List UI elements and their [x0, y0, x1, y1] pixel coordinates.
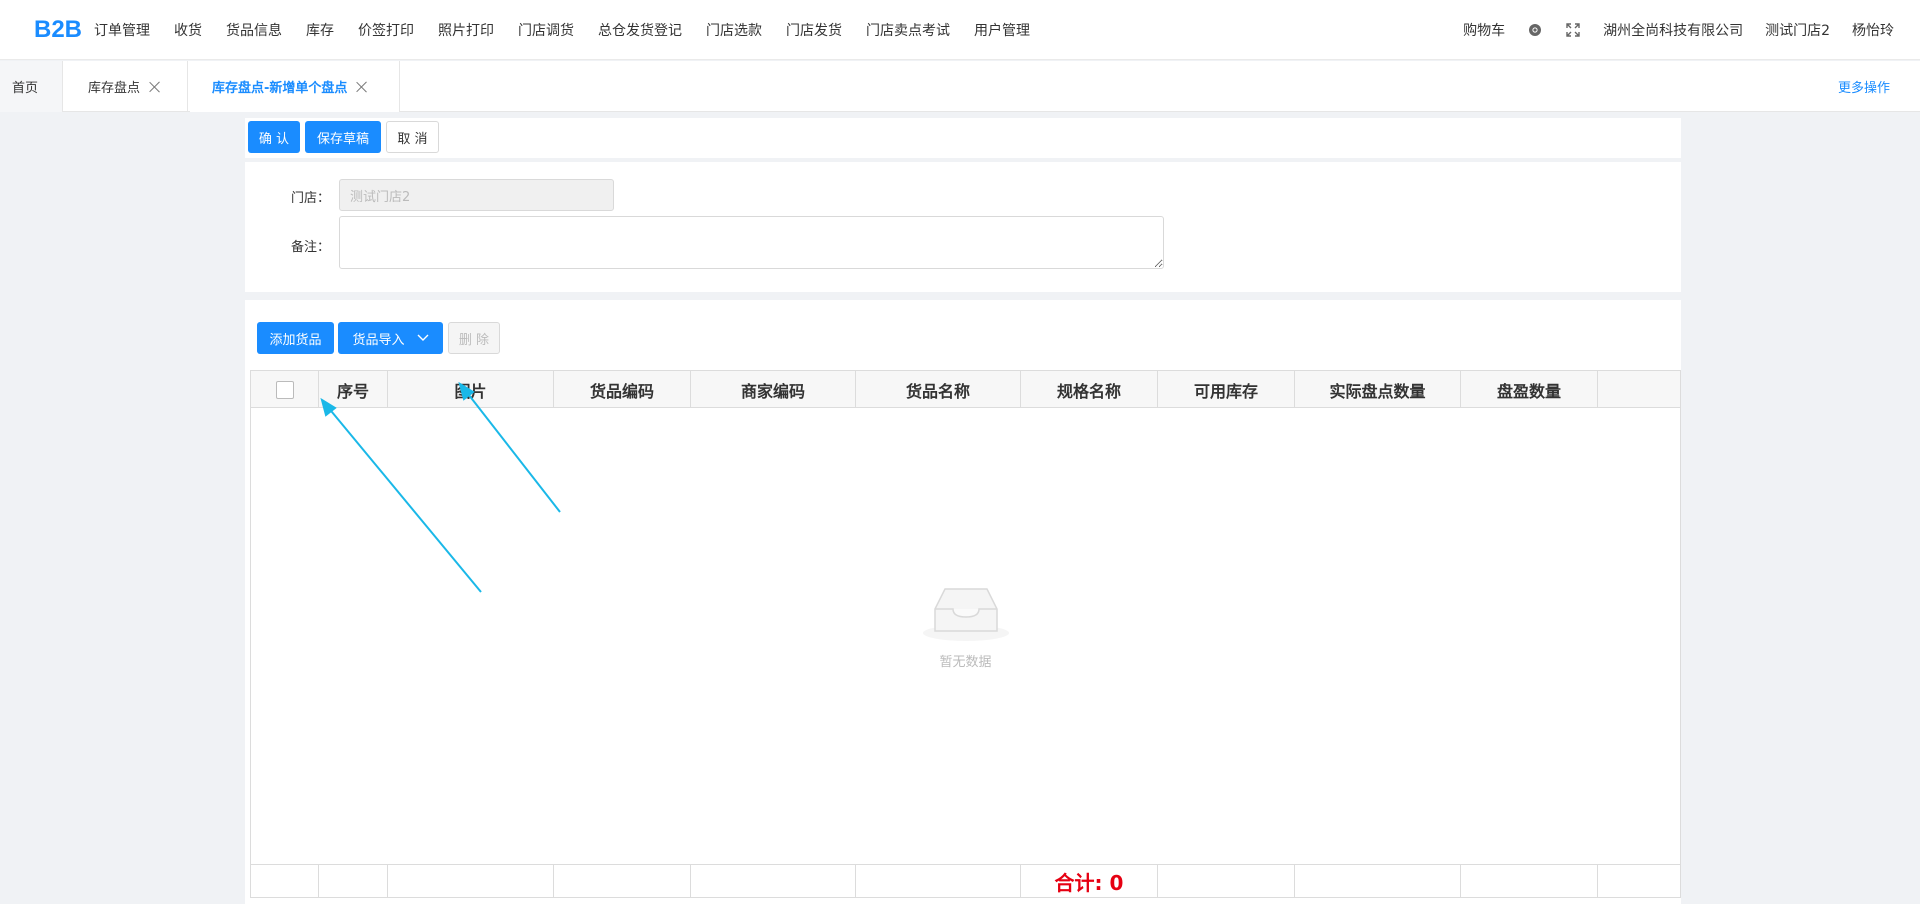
- empty-text: 暂无数据: [939, 655, 992, 670]
- footer-cell: [856, 865, 1021, 898]
- add-goods-button[interactable]: 添加货品: [257, 322, 334, 354]
- column-header[interactable]: 货品名称: [856, 371, 1021, 408]
- footer-cell: [554, 865, 691, 898]
- menu-item-warehouse-shipping[interactable]: 总仓发货登记: [598, 20, 682, 40]
- user-name[interactable]: 杨怡玲: [1852, 20, 1894, 40]
- menu-item-photo-print[interactable]: 照片打印: [438, 20, 494, 40]
- goods-panel: 添加货品 货品导入 删 除 序号 图片 货品编码 商家编码 货品名称 规格名称 …: [245, 300, 1681, 904]
- company-name[interactable]: 湖州全尚科技有限公司: [1603, 20, 1743, 40]
- save-draft-button[interactable]: 保存草稿: [305, 121, 381, 153]
- cancel-button[interactable]: 取 消: [386, 121, 439, 153]
- column-header[interactable]: 图片: [388, 371, 554, 408]
- cart-link[interactable]: 购物车: [1463, 20, 1505, 40]
- column-header[interactable]: 序号: [319, 371, 388, 408]
- chevron-down-icon: [417, 334, 428, 341]
- select-all-cell: [251, 371, 319, 408]
- menu-item-store-transfer[interactable]: 门店调货: [518, 20, 574, 40]
- total-summary: 合计: 0: [1054, 871, 1124, 895]
- tab-inventory-count[interactable]: 库存盘点: [66, 61, 188, 112]
- menu-item-inventory[interactable]: 库存: [306, 20, 334, 40]
- delete-button: 删 除: [448, 322, 500, 354]
- table-footer: 合计: 0: [251, 864, 1680, 898]
- tab-bar: 首页 库存盘点 库存盘点-新增单个盘点 更多操作: [0, 61, 1920, 112]
- menu-item-store-selection[interactable]: 门店选款: [706, 20, 762, 40]
- column-header[interactable]: 货品编码: [554, 371, 691, 408]
- footer-cell: [1461, 865, 1598, 898]
- column-header[interactable]: 规格名称: [1021, 371, 1158, 408]
- footer-cell: 合计: 0: [1021, 865, 1158, 898]
- footer-cell: [691, 865, 856, 898]
- column-header[interactable]: 盘盈数量: [1461, 371, 1598, 408]
- app-logo[interactable]: B2B: [34, 16, 94, 44]
- column-header[interactable]: 可用库存: [1158, 371, 1295, 408]
- menu-item-store-shipping[interactable]: 门店发货: [786, 20, 842, 40]
- store-label: 门店：: [290, 191, 330, 206]
- action-panel: 确 认 保存草稿 取 消: [245, 118, 1681, 158]
- menu-item-orders[interactable]: 订单管理: [94, 20, 150, 40]
- chrome-icon[interactable]: [1527, 22, 1543, 38]
- tab-label: 库存盘点-新增单个盘点: [212, 81, 348, 96]
- footer-cell: [319, 865, 388, 898]
- menu-item-selling-point-exam[interactable]: 门店卖点考试: [866, 20, 950, 40]
- menu-item-goods-info[interactable]: 货品信息: [226, 20, 282, 40]
- confirm-button[interactable]: 确 认: [248, 121, 300, 153]
- fullscreen-icon[interactable]: [1565, 22, 1581, 38]
- menu-item-receiving[interactable]: 收货: [174, 20, 202, 40]
- tab-new-single-count[interactable]: 库存盘点-新增单个盘点: [190, 61, 400, 112]
- goods-table: 序号 图片 货品编码 商家编码 货品名称 规格名称 可用库存 实际盘点数量 盘盈…: [250, 370, 1681, 898]
- header-filler: [1598, 371, 1680, 408]
- tab-home-label: 首页: [12, 81, 39, 96]
- footer-cell: [388, 865, 554, 898]
- table-header: 序号 图片 货品编码 商家编码 货品名称 规格名称 可用库存 实际盘点数量 盘盈…: [251, 371, 1598, 408]
- footer-cell: [251, 865, 319, 898]
- store-input: 测试门店2: [339, 179, 614, 211]
- main-menu: 订单管理 收货 货品信息 库存 价签打印 照片打印 门店调货 总仓发货登记 门店…: [94, 20, 1054, 40]
- note-textarea[interactable]: [339, 216, 1164, 269]
- import-goods-button[interactable]: 货品导入: [338, 322, 443, 354]
- menu-item-user-management[interactable]: 用户管理: [974, 20, 1030, 40]
- footer-cell: [1158, 865, 1295, 898]
- select-all-checkbox[interactable]: [275, 380, 294, 399]
- empty-state: 暂无数据: [251, 581, 1680, 670]
- column-header[interactable]: 商家编码: [691, 371, 856, 408]
- store-name[interactable]: 测试门店2: [1765, 20, 1830, 40]
- top-right-area: 购物车 湖州全尚科技有限公司 测试门店2 杨怡玲: [1441, 0, 1894, 60]
- note-label: 备注：: [290, 240, 330, 255]
- top-navbar: B2B 订单管理 收货 货品信息 库存 价签打印 照片打印 门店调货 总仓发货登…: [0, 0, 1920, 60]
- close-icon[interactable]: [355, 80, 369, 94]
- tab-label: 库存盘点: [88, 81, 141, 96]
- menu-item-price-tag-print[interactable]: 价签打印: [358, 20, 414, 40]
- tab-home[interactable]: 首页: [0, 61, 63, 112]
- import-goods-label: 货品导入: [352, 332, 405, 348]
- close-icon[interactable]: [148, 80, 162, 94]
- footer-cell: [1295, 865, 1461, 898]
- more-operations-link[interactable]: 更多操作: [1838, 61, 1890, 112]
- empty-inbox-icon: [922, 588, 1009, 641]
- form-panel: 门店： 测试门店2 备注：: [245, 162, 1681, 292]
- column-header[interactable]: 实际盘点数量: [1295, 371, 1461, 408]
